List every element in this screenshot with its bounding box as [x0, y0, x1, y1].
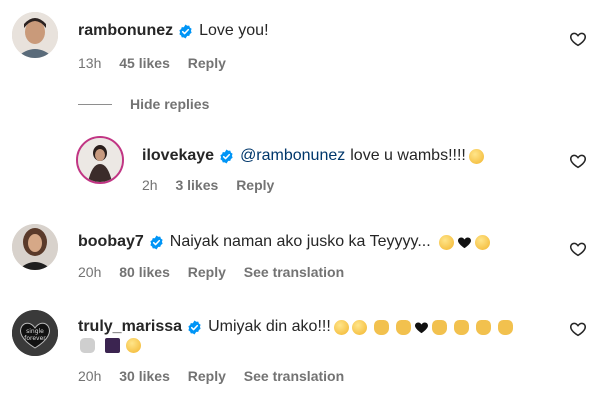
black-heart-emoji: [414, 322, 428, 333]
comment-text: Naiyak naman ako jusko ka Teyyyy...: [169, 233, 431, 250]
avatar-ilovekaye[interactable]: [76, 136, 124, 184]
comment-text: Umiyak din ako!!!: [208, 318, 331, 335]
mention-link[interactable]: @rambonunez: [240, 147, 345, 165]
comment-text: love u wambs!!!!: [350, 147, 466, 164]
reply-button[interactable]: Reply: [188, 368, 226, 384]
likes-count[interactable]: 45 likes: [119, 55, 170, 71]
heart-outline-icon[interactable]: [569, 320, 587, 338]
crying-face-emoji: [474, 234, 490, 250]
avatar-boobay7[interactable]: [12, 224, 58, 270]
see-translation-button[interactable]: See translation: [244, 264, 344, 280]
sobbing-face-emoji: [351, 319, 367, 335]
clapping-hands-emoji: [453, 319, 469, 335]
black-heart-emoji: [457, 237, 471, 248]
praying-hands-emoji: [395, 319, 411, 335]
svg-text:single: single: [26, 328, 44, 335]
likes-count[interactable]: 3 likes: [175, 177, 218, 193]
reply-button[interactable]: Reply: [236, 177, 274, 193]
crying-face-emoji: [468, 148, 484, 164]
likes-count[interactable]: 80 likes: [119, 264, 170, 280]
hide-replies-label[interactable]: Hide replies: [130, 96, 209, 112]
comment-time: 2h: [142, 177, 158, 193]
heart-outline-icon[interactable]: [569, 152, 587, 170]
comment-time: 13h: [78, 55, 102, 71]
avatar-rambonunez[interactable]: [12, 12, 58, 58]
verified-badge-icon: [179, 23, 192, 39]
avatar-truly-marissa[interactable]: single forever: [12, 310, 58, 356]
face-emoji: [438, 234, 454, 250]
verified-badge-icon: [150, 234, 163, 250]
see-translation-button[interactable]: See translation: [244, 368, 344, 384]
heart-outline-icon[interactable]: [569, 240, 587, 258]
top-hat-emoji: [105, 338, 120, 353]
verified-badge-icon: [220, 148, 233, 164]
hide-replies-button[interactable]: Hide replies: [78, 96, 209, 112]
heart-outline-icon[interactable]: [569, 30, 587, 48]
comment-text: Love you!: [199, 22, 269, 39]
clapping-hands-emoji: [475, 319, 491, 335]
username[interactable]: boobay7: [78, 233, 144, 251]
clapping-hands-emoji: [431, 319, 447, 335]
comment-time: 20h: [78, 264, 102, 280]
username[interactable]: rambonunez: [78, 22, 173, 40]
verified-badge-icon: [188, 319, 201, 335]
person-bowing-emoji: [373, 319, 389, 335]
smiling-face-emoji: [126, 338, 141, 353]
laughing-crying-emoji: [333, 319, 349, 335]
microphone-emoji: [80, 338, 95, 353]
reply-button[interactable]: Reply: [188, 55, 226, 71]
svg-text:forever: forever: [24, 335, 46, 342]
hide-replies-divider: [78, 103, 112, 105]
comment-time: 20h: [78, 368, 102, 384]
likes-count[interactable]: 30 likes: [119, 368, 170, 384]
username[interactable]: ilovekaye: [142, 147, 214, 165]
reply-button[interactable]: Reply: [188, 264, 226, 280]
victory-hand-emoji: [497, 319, 513, 335]
username[interactable]: truly_marissa: [78, 318, 182, 336]
